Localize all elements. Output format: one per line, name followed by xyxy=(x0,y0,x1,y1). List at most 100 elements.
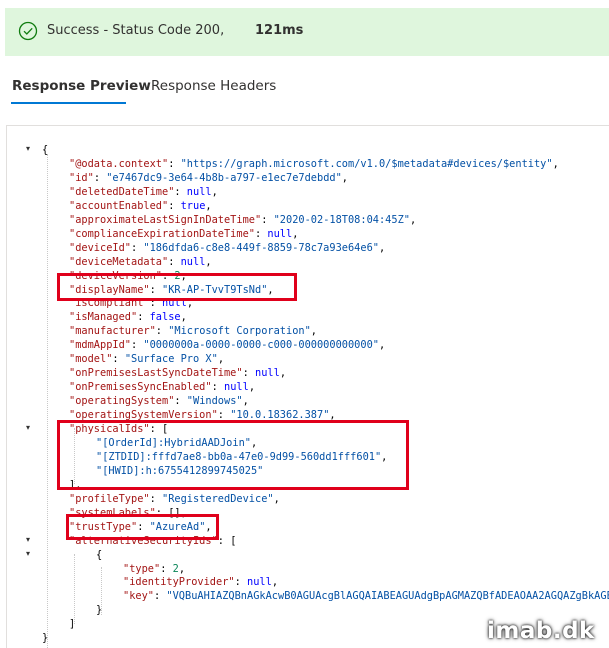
json-token: : xyxy=(137,311,150,324)
json-line: "key": "VQBuAHIAZQBnAGkAcwB0AGUAcgBlAGQA… xyxy=(123,589,609,603)
json-token: "https://graph.microsoft.com/v1.0/$metad… xyxy=(180,157,553,170)
highlight-displayname xyxy=(57,273,297,301)
json-token: "identityProvider" xyxy=(123,576,235,589)
json-token: , xyxy=(378,339,386,352)
json-line: "deviceMetadata": null, xyxy=(69,255,212,269)
json-token: ] xyxy=(69,618,76,631)
json-token: : xyxy=(93,171,107,184)
json-token: "deviceId" xyxy=(69,241,131,254)
json-token: : xyxy=(174,185,187,198)
json-token: : xyxy=(168,199,181,212)
json-token: "profileType" xyxy=(69,492,150,505)
json-token: : xyxy=(242,367,255,380)
json-token: : xyxy=(154,590,167,603)
json-token: "Windows" xyxy=(186,395,243,408)
json-token: : xyxy=(160,562,173,575)
watermark-logo: imab.dk xyxy=(487,618,595,644)
json-line: "deletedDateTime": null, xyxy=(69,185,218,199)
tab-response-headers[interactable]: Response Headers xyxy=(151,78,276,94)
highlight-trusttype xyxy=(66,514,219,540)
json-token: , xyxy=(205,199,212,212)
json-token: "complianceExpirationDateTime" xyxy=(69,227,255,240)
json-line: { xyxy=(42,143,48,157)
json-token: "deviceMetadata" xyxy=(69,255,169,268)
json-token: : [ xyxy=(217,534,237,547)
highlight-physicalids xyxy=(57,420,409,490)
json-token: } xyxy=(96,604,103,617)
json-line: "id": "e7467dc9-3e64-4b8b-a797-e1ec7e7de… xyxy=(69,171,348,185)
json-token: "deletedDateTime" xyxy=(69,185,175,198)
json-token: "manufacturer" xyxy=(69,325,156,338)
json-line: ] xyxy=(69,617,75,631)
json-token: "186dfda6-c8e8-449f-8859-78c7a93e64e6" xyxy=(143,241,379,254)
json-line: "identityProvider": null, xyxy=(123,575,278,589)
json-token: : xyxy=(168,157,181,170)
json-line: "approximateLastSignInDateTime": "2020-0… xyxy=(69,213,416,227)
json-token: , xyxy=(409,213,417,226)
json-token: : xyxy=(131,339,144,352)
json-token: "e7467dc9-3e64-4b8b-a797-e1ec7e7debdd" xyxy=(106,171,342,184)
json-token: null xyxy=(247,576,272,589)
success-check-icon xyxy=(18,21,38,41)
json-token: , xyxy=(292,227,299,240)
json-line: "deviceId": "186dfda6-c8e8-449f-8859-78c… xyxy=(69,241,385,255)
json-token: "onPremisesLastSyncDateTime" xyxy=(69,367,243,380)
json-line: "isManaged": false, xyxy=(69,310,187,324)
json-response-viewer[interactable]: ▾ { "@odata.context": "https://graph.micro… xyxy=(6,125,609,648)
json-token: , xyxy=(552,157,559,170)
json-token: "VQBuAHIAZQBnAGkAcwB0AGUAcgBlAGQAIABEAGU… xyxy=(166,590,609,603)
json-token: true xyxy=(180,199,206,212)
json-line: "profileType": "RegisteredDevice", xyxy=(69,492,280,506)
json-token: "@odata.context" xyxy=(69,157,169,170)
status-banner: Success - Status Code 200, 121ms xyxy=(5,8,609,56)
indent-guide xyxy=(74,554,75,624)
json-token: , xyxy=(310,325,317,338)
json-token: : xyxy=(168,255,181,268)
json-token: "key" xyxy=(123,590,154,603)
json-token: , xyxy=(217,353,225,366)
json-line: "@odata.context": "https://graph.microso… xyxy=(69,157,559,171)
json-line: "accountEnabled": true, xyxy=(69,199,212,213)
json-line: "model": "Surface Pro X", xyxy=(69,352,224,366)
json-line: "operatingSystem": "Windows", xyxy=(69,394,249,408)
json-token: "Microsoft Corporation" xyxy=(168,325,311,338)
json-token: : xyxy=(131,241,144,254)
active-tab-indicator xyxy=(11,102,126,104)
json-token: : xyxy=(174,395,187,408)
json-token: , xyxy=(242,395,249,408)
json-token: : xyxy=(155,325,169,338)
response-duration: 121ms xyxy=(255,23,304,38)
json-token: , xyxy=(341,171,348,184)
fold-toggle-icon[interactable]: ▾ xyxy=(26,549,30,558)
json-token: , xyxy=(271,576,279,589)
json-token: : xyxy=(112,353,125,366)
fold-toggle-icon[interactable]: ▾ xyxy=(26,423,30,432)
json-token: , xyxy=(211,185,218,198)
json-token: "operatingSystem" xyxy=(69,395,175,408)
json-token: , xyxy=(178,562,186,575)
json-token: "id" xyxy=(69,171,94,184)
json-token: { xyxy=(42,144,49,156)
json-line: "onPremisesSyncEnabled": null, xyxy=(69,380,255,394)
json-token: , xyxy=(273,492,280,505)
json-token: null xyxy=(180,255,206,268)
json-line: } xyxy=(42,631,48,645)
json-token: "Surface Pro X" xyxy=(124,353,218,366)
json-token: { xyxy=(96,548,103,561)
json-token: null xyxy=(255,367,280,380)
indent-guide xyxy=(47,154,48,648)
json-line: "onPremisesLastSyncDateTime": null, xyxy=(69,366,286,380)
json-token: "accountEnabled" xyxy=(69,199,169,212)
json-token: null xyxy=(224,381,249,394)
json-line: } xyxy=(96,603,102,617)
json-token: : xyxy=(149,492,162,505)
tab-response-preview[interactable]: Response Preview xyxy=(12,78,151,94)
fold-toggle-icon[interactable]: ▾ xyxy=(26,144,30,153)
fold-toggle-icon[interactable]: ▾ xyxy=(26,535,30,544)
json-token: , xyxy=(378,241,386,254)
json-token: : xyxy=(234,576,247,589)
json-token: "RegisteredDevice" xyxy=(162,492,274,505)
json-line: "complianceExpirationDateTime": null, xyxy=(69,227,298,241)
json-token: : xyxy=(211,381,224,394)
json-token: "2020-02-18T08:04:45Z" xyxy=(273,213,410,226)
